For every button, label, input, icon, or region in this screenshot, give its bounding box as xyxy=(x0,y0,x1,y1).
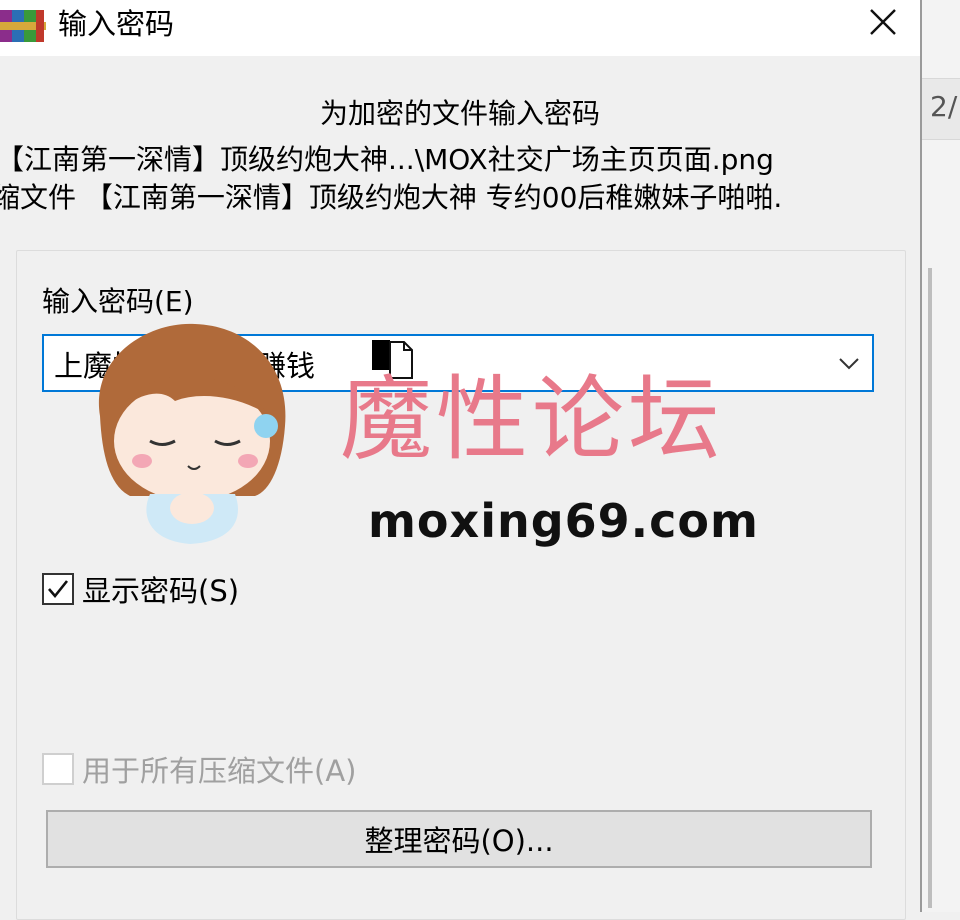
checkbox-box[interactable] xyxy=(42,753,74,785)
close-button[interactable] xyxy=(850,0,916,44)
window-title: 输入密码 xyxy=(58,7,175,41)
chevron-down-icon[interactable] xyxy=(834,348,864,378)
prompt-text: 为加密的文件输入密码 xyxy=(319,97,600,130)
organize-passwords-button[interactable]: 整理密码(O)... xyxy=(46,810,872,868)
file-path-text: 【江南第一深情】顶级约炮大神...\MOX社交广场主页页面.png xyxy=(0,143,774,176)
checkmark-icon xyxy=(48,580,69,599)
title-bar[interactable]: 输入密码 xyxy=(0,0,920,56)
watermark-url: moxing69.com xyxy=(368,494,759,548)
show-password-checkbox[interactable]: 显示密码(S) xyxy=(42,568,239,610)
archive-name-text: 缩文件 【江南第一深情】顶级约炮大神 专约00后稚嫩妹子啪啪. xyxy=(0,181,783,214)
close-icon xyxy=(870,9,896,35)
mascot-girl-icon xyxy=(98,323,286,544)
use-for-all-archives-checkbox[interactable]: 用于所有压缩文件(A) xyxy=(42,748,356,790)
watermark-brand: 魔性论坛 xyxy=(340,366,725,473)
use-for-all-label: 用于所有压缩文件(A) xyxy=(82,754,357,788)
checkbox-box[interactable] xyxy=(42,573,74,605)
show-password-label: 显示密码(S) xyxy=(82,574,240,608)
background-window-edge xyxy=(928,268,932,908)
winrar-books-icon xyxy=(0,10,46,42)
background-partial-text: 2/ xyxy=(930,90,958,123)
